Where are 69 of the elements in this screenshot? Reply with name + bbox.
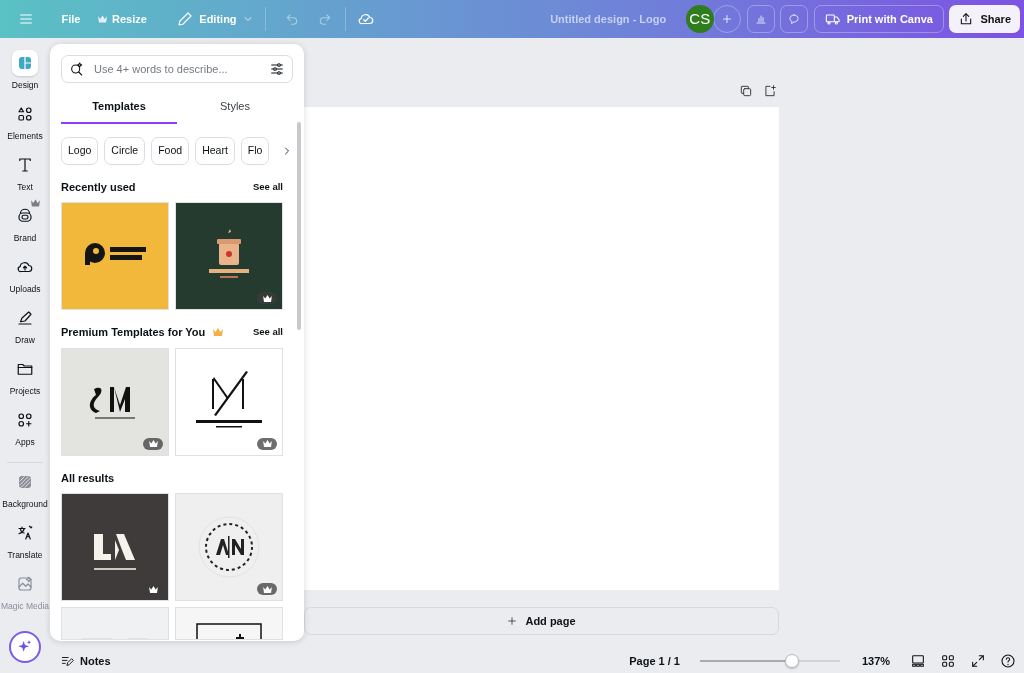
magic-button[interactable] [9,631,41,663]
crown-icon [262,585,272,593]
truck-icon [824,11,841,27]
magic-search-icon [69,61,85,77]
crown-icon [148,585,158,593]
document-title: Untitled design - Logo [550,11,667,27]
tab[interactable]: Templates [61,95,177,124]
sidebar-item[interactable]: Draw [0,305,50,356]
sidebar-item[interactable]: Brand [0,203,50,254]
crown-icon [262,440,272,447]
menu-icon [18,11,34,27]
translate-icon [16,524,34,542]
zoom-percentage: 137% [860,653,892,669]
apps-icon [16,411,34,429]
print-button[interactable]: Print with Canva [813,5,944,33]
add-page-button[interactable]: Add page [304,607,779,635]
sidebar-item[interactable]: Projects [0,356,50,407]
search-field[interactable]: Use 4+ words to describe... [61,55,293,83]
notes-button[interactable]: Notes [60,652,111,670]
filter-chip[interactable]: Circle [104,136,146,165]
filter-chip[interactable]: Flo [240,136,270,165]
help-button[interactable] [1000,653,1016,669]
sidebar-item[interactable]: Apps [0,407,50,458]
crown-icon [97,15,107,23]
grid-icon [940,653,956,669]
copy-icon [739,84,753,98]
shapes-icon [16,105,34,123]
sidebar-item[interactable]: Translate [0,520,50,571]
scrollbar[interactable] [297,122,301,330]
sidebar-item[interactable]: Design [0,50,50,101]
filter-chip[interactable]: Logo [61,136,99,165]
filter-chip[interactable]: Heart [195,136,235,165]
avatar[interactable]: CS [685,5,714,33]
text-icon [16,156,34,174]
filter-icon [269,61,285,77]
crown-icon [262,294,272,302]
pattern-icon [16,473,34,491]
filmstrip-icon [910,653,926,669]
grid-view-button[interactable] [940,653,956,669]
plus-icon [721,12,734,26]
comment-button[interactable] [780,5,809,33]
slider-thumb[interactable] [785,654,800,668]
sidebar-item[interactable]: Uploads [0,254,50,305]
see-all-link[interactable]: See all [252,179,283,194]
expand-icon [970,653,986,669]
new-page-icon [763,84,777,98]
pen-icon [16,309,34,327]
fullscreen-button[interactable] [970,653,986,669]
help-icon [1000,653,1016,669]
filter-chip[interactable]: Food [151,136,190,165]
sidebar-item[interactable]: Background [0,469,50,520]
sidebar-item[interactable]: Elements [0,101,50,152]
section-title: All results [61,470,115,486]
pages-view-button[interactable] [910,653,926,669]
page-indicator: Page 1 / 1 [629,653,680,669]
sidebar-item[interactable]: Text [0,152,50,203]
image-sparkle-icon [16,575,34,593]
section-title: Premium Templates for You [61,325,206,340]
section-title: Recently used [61,179,136,195]
analytics-button[interactable] [746,5,775,33]
brand-icon [16,207,34,225]
notes-icon [60,654,74,668]
design-icon [16,54,34,72]
see-all-link[interactable]: See all [252,325,283,340]
crown-icon [148,440,158,447]
plus-icon [507,616,518,626]
share-button[interactable]: Share [949,5,1020,33]
speech-bubble-icon [788,11,801,27]
tab[interactable]: Styles [177,95,293,124]
